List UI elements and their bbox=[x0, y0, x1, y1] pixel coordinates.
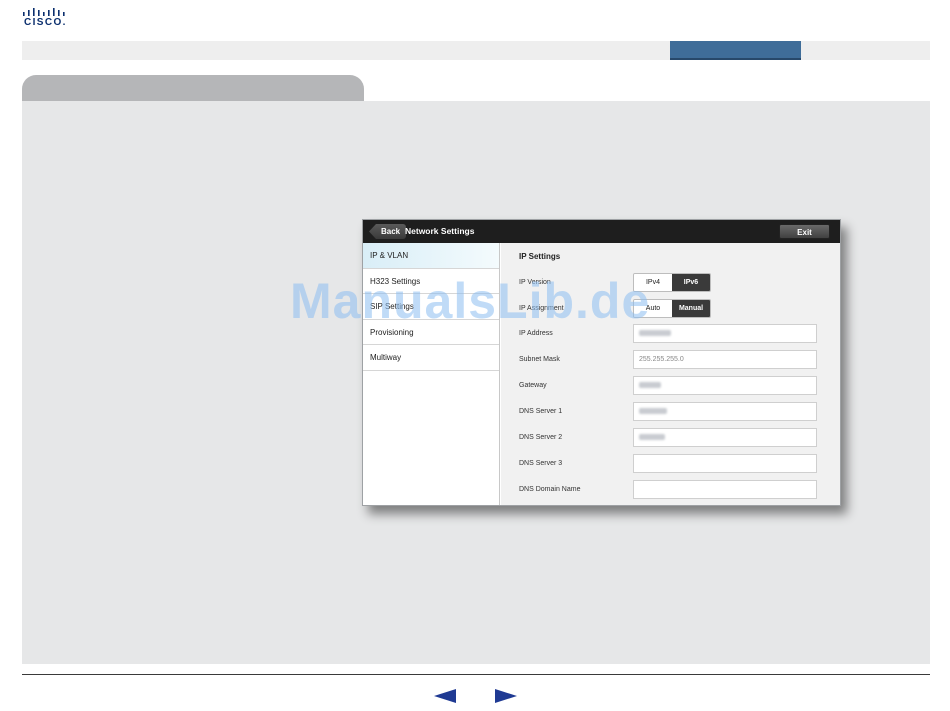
dns-server-1-label: DNS Server 1 bbox=[519, 408, 563, 415]
settings-sidebar: IP & VLAN H323 Settings SIP Settings Pro… bbox=[363, 243, 500, 505]
blurred-value bbox=[639, 408, 667, 415]
blurred-value bbox=[639, 330, 671, 337]
gateway-input[interactable] bbox=[633, 376, 817, 395]
ip-assignment-label: IP Assignment bbox=[519, 305, 564, 312]
ip-assignment-toggle[interactable]: Auto Manual bbox=[633, 299, 711, 318]
manual-option[interactable]: Manual bbox=[672, 300, 710, 317]
screen-header: Back Network Settings Exit bbox=[363, 220, 840, 243]
sidebar-item-h323[interactable]: H323 Settings bbox=[363, 269, 499, 295]
auto-option[interactable]: Auto bbox=[634, 300, 672, 317]
sidebar-item-multiway[interactable]: Multiway bbox=[363, 345, 499, 371]
gateway-label: Gateway bbox=[519, 382, 547, 389]
sidebar-item-provisioning[interactable]: Provisioning bbox=[363, 320, 499, 346]
dns-domain-name-label: DNS Domain Name bbox=[519, 486, 581, 493]
exit-button[interactable]: Exit bbox=[779, 224, 830, 239]
top-nav-active-tab[interactable] bbox=[670, 41, 801, 60]
previous-page-arrow-icon[interactable] bbox=[434, 689, 456, 703]
blurred-value bbox=[639, 382, 661, 389]
back-button[interactable]: Back bbox=[369, 224, 407, 239]
subnet-mask-input[interactable]: 255.255.255.0 bbox=[633, 350, 817, 369]
subnet-mask-label: Subnet Mask bbox=[519, 356, 560, 363]
ip-address-input[interactable] bbox=[633, 324, 817, 343]
section-title: IP Settings bbox=[519, 252, 561, 261]
next-page-arrow-icon[interactable] bbox=[495, 689, 517, 703]
network-settings-screen: Back Network Settings Exit IP & VLAN H32… bbox=[362, 219, 841, 506]
dns-server-2-input[interactable] bbox=[633, 428, 817, 447]
ipv4-option[interactable]: IPv4 bbox=[634, 274, 672, 291]
sidebar-item-sip[interactable]: SIP Settings bbox=[363, 294, 499, 320]
ip-settings-panel: IP Settings IP Version IPv4 IPv6 IP Assi… bbox=[501, 243, 840, 505]
ip-version-toggle[interactable]: IPv4 IPv6 bbox=[633, 273, 711, 292]
section-tab-header bbox=[22, 75, 364, 102]
sidebar-item-ip-vlan[interactable]: IP & VLAN bbox=[363, 243, 499, 269]
blurred-value bbox=[639, 434, 665, 441]
footer-divider bbox=[22, 674, 930, 675]
ip-address-label: IP Address bbox=[519, 330, 553, 337]
ipv6-option[interactable]: IPv6 bbox=[672, 274, 710, 291]
dns-server-3-input[interactable] bbox=[633, 454, 817, 473]
dns-domain-name-input[interactable] bbox=[633, 480, 817, 499]
dns-server-2-label: DNS Server 2 bbox=[519, 434, 563, 441]
dns-server-3-label: DNS Server 3 bbox=[519, 460, 563, 467]
ip-version-label: IP Version bbox=[519, 279, 551, 286]
screen-title: Network Settings bbox=[405, 226, 475, 236]
cisco-logo-text: CISCO. bbox=[24, 17, 67, 28]
manual-page: CISCO. Back Network Settings Exit IP & V… bbox=[0, 0, 950, 711]
dns-server-1-input[interactable] bbox=[633, 402, 817, 421]
